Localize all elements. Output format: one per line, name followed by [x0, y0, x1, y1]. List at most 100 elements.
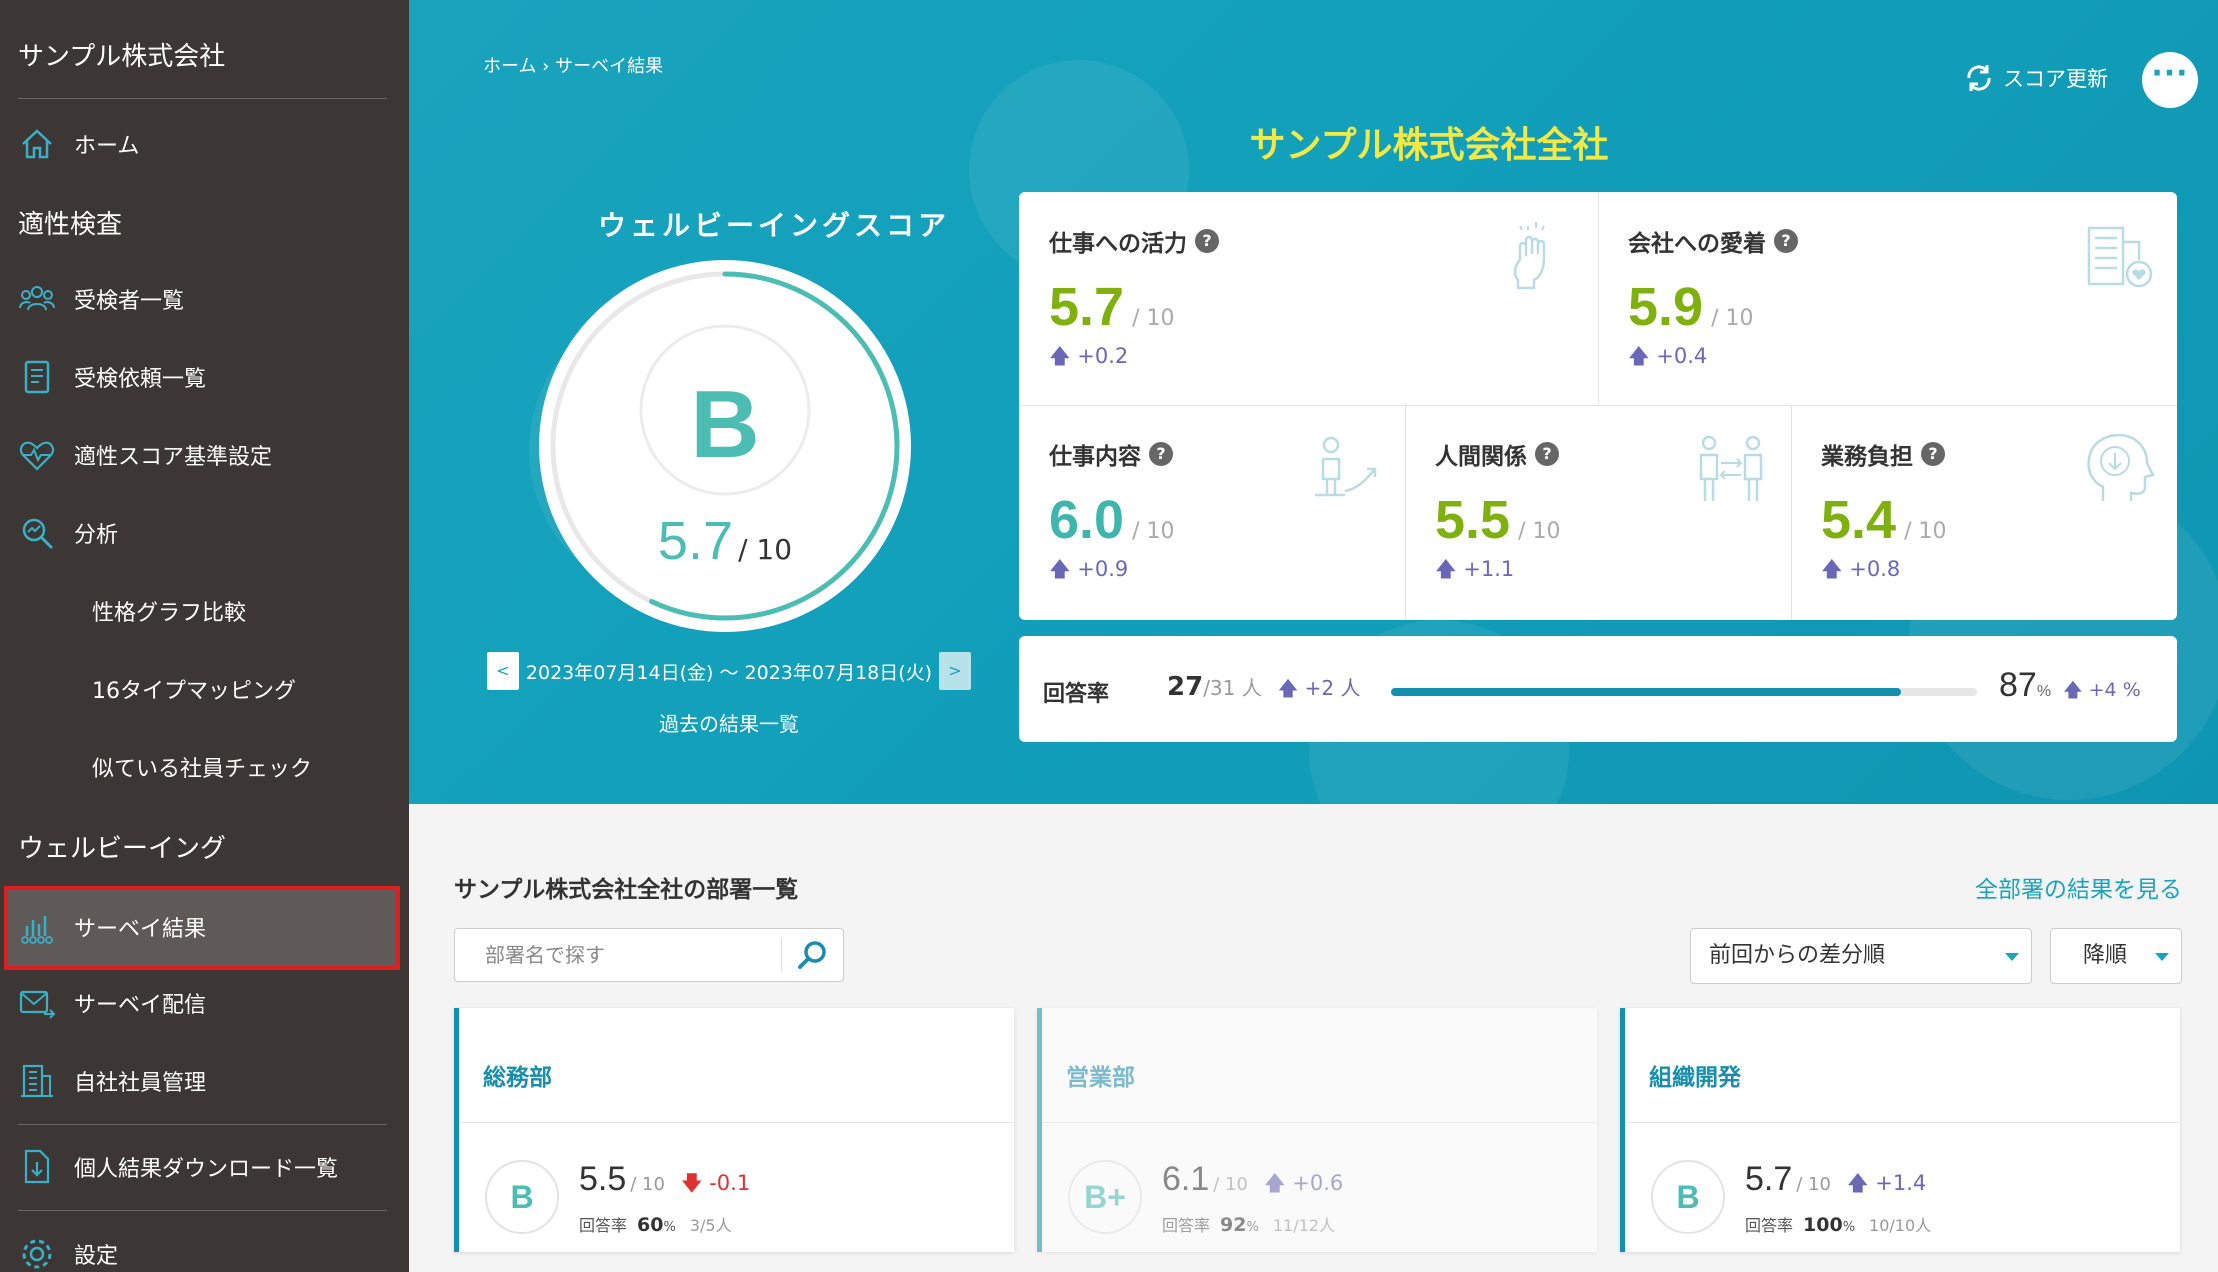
department-card[interactable]: 組織開発 B 5.7/ 10 🡅 +1.4 回答率 100% 10/10人: [1620, 1008, 2180, 1252]
building-heart-icon: [2087, 226, 2153, 288]
past-results-link[interactable]: 過去の結果一覧: [487, 708, 971, 737]
rate-label: 回答率: [579, 1216, 628, 1235]
department-card[interactable]: 営業部 B+ 6.1/ 10 🡅 +0.6 回答率 92% 11/12人: [1037, 1008, 1597, 1252]
wellbeing-grade: B: [690, 371, 760, 478]
sidebar-item-survey-delivery[interactable]: サーベイ配信: [0, 967, 409, 1039]
search-icon[interactable]: [795, 937, 831, 973]
metric-name: 会社への愛着: [1628, 231, 1766, 257]
section-aptitude: 適性検査: [18, 210, 123, 240]
department-rate-unit: %: [663, 1220, 676, 1235]
sidebar: サンプル株式会社 ホーム 適性検査 受検者一覧 受検依頼一覧 適性スコア基準設定…: [0, 0, 409, 1272]
more-menu-button[interactable]: ···: [2142, 52, 2198, 108]
department-delta: +1.4: [1875, 1171, 1927, 1195]
sidebar-item-analysis[interactable]: 分析: [0, 497, 409, 569]
fist-icon: [1514, 222, 1546, 290]
department-score: 5.7: [1745, 1160, 1793, 1198]
sidebar-label: サーベイ配信: [74, 993, 207, 1018]
sidebar-item-similar-check[interactable]: 似ている社員チェック: [0, 731, 409, 803]
breadcrumb[interactable]: ホーム › サーベイ結果: [483, 52, 663, 78]
response-percent-unit: %: [2036, 683, 2052, 700]
rate-label: 回答率: [1162, 1216, 1211, 1235]
chevron-down-icon: [2155, 953, 2169, 961]
refresh-score-button[interactable]: スコア更新: [1963, 62, 2108, 94]
metric-name: 業務負担: [1821, 444, 1913, 470]
prev-period-button[interactable]: <: [487, 652, 519, 690]
department-name: 総務部: [483, 1065, 552, 1091]
department-list-title: サンプル株式会社全社の部署一覧: [454, 877, 799, 903]
sidebar-label: 16タイプマッピング: [92, 679, 296, 704]
date-range: 2023年07月14日(金) ～ 2023年07月18日(火): [525, 661, 933, 684]
chart-people-icon: [21, 916, 53, 944]
sidebar-item-survey-results[interactable]: サーベイ結果: [0, 891, 409, 963]
help-icon[interactable]: ?: [1535, 442, 1559, 466]
sidebar-item-graph-compare[interactable]: 性格グラフ比較: [0, 575, 409, 647]
department-rate-unit: %: [1842, 1220, 1856, 1235]
department-search-input[interactable]: [455, 929, 781, 981]
department-score-max: / 10: [1213, 1174, 1248, 1195]
sidebar-item-employee-mgmt[interactable]: 自社社員管理: [0, 1045, 409, 1117]
sidebar-item-requests[interactable]: 受検依頼一覧: [0, 341, 409, 413]
divider: [459, 1122, 1014, 1123]
hero-panel: ホーム › サーベイ結果 スコア更新 ··· サンプル株式会社全社 ウェルビーイ…: [409, 0, 2218, 804]
person-growth-icon: [1315, 436, 1377, 497]
rate-label: 回答率: [1745, 1216, 1794, 1235]
gear-icon: [22, 1239, 52, 1269]
department-grade: B+: [1068, 1160, 1142, 1234]
divider: [781, 939, 782, 971]
chevron-down-icon: [2005, 953, 2019, 961]
order-select-value: 降順: [2083, 943, 2128, 968]
wellbeing-score: 5.7: [657, 511, 733, 571]
sidebar-item-settings[interactable]: 設定: [0, 1218, 409, 1272]
sidebar-item-downloads[interactable]: 個人結果ダウンロード一覧: [0, 1131, 409, 1203]
help-icon[interactable]: ?: [1774, 229, 1798, 253]
building-icon: [21, 1064, 53, 1098]
help-icon[interactable]: ?: [1921, 442, 1945, 466]
response-progress-bar: [1391, 688, 1977, 696]
sidebar-label: 性格グラフ比較: [92, 601, 247, 626]
response-total: /31 人: [1203, 676, 1262, 700]
metric-max: / 10: [1904, 519, 1947, 544]
sidebar-item-type-mapping[interactable]: 16タイプマッピング: [0, 653, 409, 725]
response-count-delta: +2 人: [1304, 676, 1361, 700]
date-range-navigator: < 2023年07月14日(金) ～ 2023年07月18日(火) >: [487, 652, 971, 690]
org-title: サンプル株式会社全社: [1249, 125, 1609, 166]
sidebar-item-home[interactable]: ホーム: [0, 108, 409, 180]
department-delta: +0.6: [1292, 1171, 1344, 1195]
sort-select-value: 前回からの差分順: [1709, 943, 1886, 968]
wellbeing-score-gauge: B 5.7 / 10: [539, 260, 911, 632]
sidebar-label: 受検者一覧: [74, 289, 185, 314]
metric-value: 5.7: [1049, 277, 1125, 337]
divider: [1625, 1122, 2180, 1123]
metric-attachment: 会社への愛着? 5.9/ 10 🡅 +0.4: [1598, 192, 2177, 405]
next-period-button[interactable]: >: [939, 652, 971, 690]
help-icon[interactable]: ?: [1149, 442, 1173, 466]
sidebar-label: 個人結果ダウンロード一覧: [74, 1157, 339, 1182]
metric-delta: +1.1: [1463, 557, 1515, 581]
metric-vitality: 仕事への活力? 5.7/ 10 🡅 +0.2: [1019, 192, 1598, 405]
metric-relationships: 人間関係? 5.5/ 10 🡅 +1.1: [1405, 405, 1791, 620]
company-name: サンプル株式会社: [18, 42, 226, 72]
sidebar-divider: [18, 1124, 387, 1125]
heart-pulse-icon: [19, 441, 55, 471]
department-grade: B: [1651, 1160, 1725, 1234]
sidebar-item-examinees[interactable]: 受検者一覧: [0, 263, 409, 335]
sidebar-item-score-settings[interactable]: 適性スコア基準設定: [0, 419, 409, 491]
department-count: 10/10人: [1869, 1216, 1932, 1235]
all-departments-link[interactable]: 全部署の結果を見る: [1975, 870, 2182, 904]
sidebar-label: 適性スコア基準設定: [74, 445, 273, 470]
home-icon: [22, 129, 52, 159]
department-name: 組織開発: [1649, 1065, 1741, 1091]
help-icon[interactable]: ?: [1195, 229, 1219, 253]
sort-select[interactable]: 前回からの差分順: [1690, 928, 2032, 984]
sidebar-label: 設定: [74, 1244, 119, 1269]
department-grade: B: [485, 1160, 559, 1234]
order-select[interactable]: 降順: [2050, 928, 2182, 984]
sidebar-label: 似ている社員チェック: [92, 757, 313, 782]
metric-max: / 10: [1132, 306, 1175, 331]
metric-max: / 10: [1132, 519, 1175, 544]
response-progress-fill: [1391, 688, 1901, 696]
metric-delta: +0.4: [1656, 344, 1708, 368]
department-card[interactable]: 総務部 B 5.5/ 10 🡇 -0.1 回答率 60% 3/5人: [454, 1008, 1014, 1252]
metrics-card: 仕事への活力? 5.7/ 10 🡅 +0.2 会社への愛着? 5.9/ 10 🡅…: [1019, 192, 2177, 620]
wellbeing-score-max: / 10: [738, 533, 793, 566]
